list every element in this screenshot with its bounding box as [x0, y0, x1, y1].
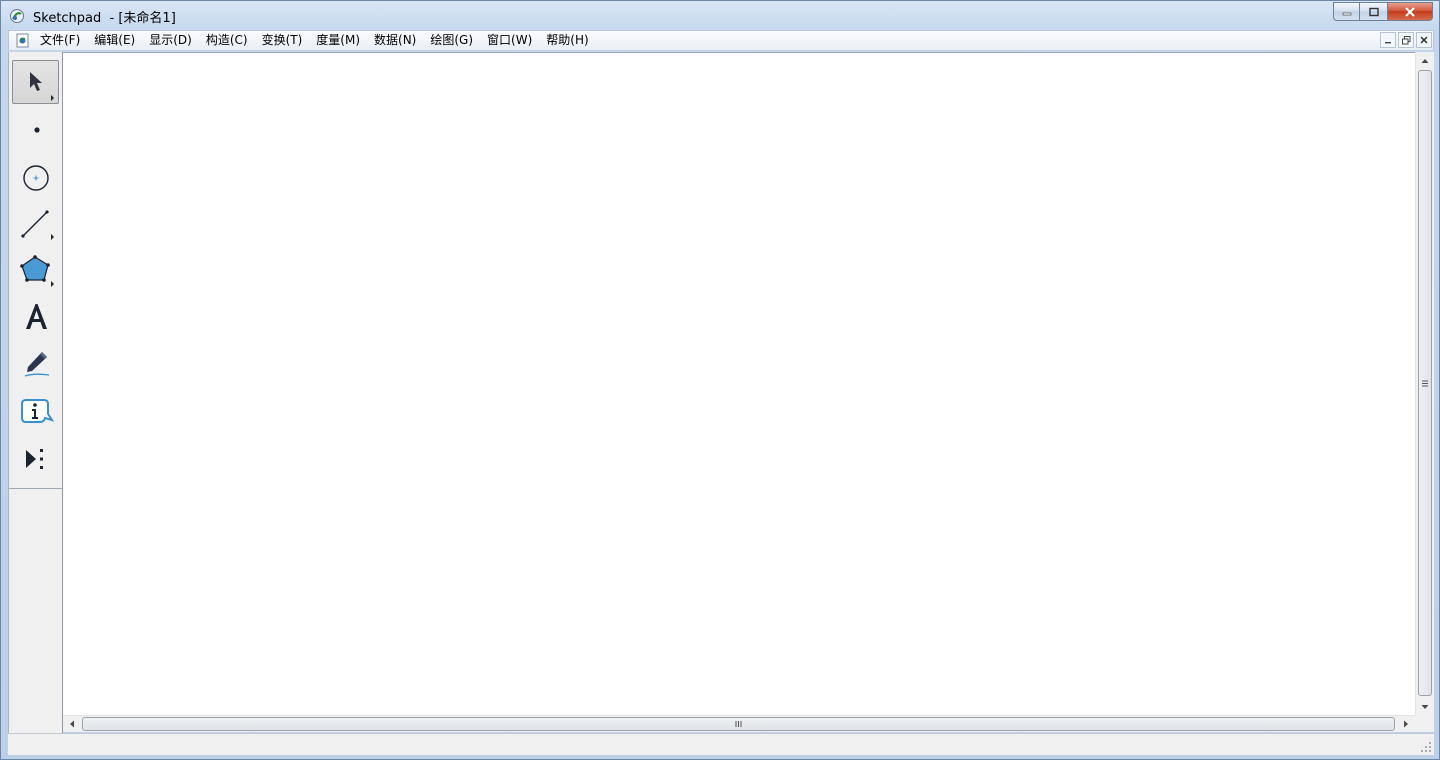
- menu-graph[interactable]: 绘图(G): [423, 31, 480, 50]
- point-tool[interactable]: [12, 105, 59, 149]
- toolbox: [8, 52, 63, 734]
- close-icon: [1405, 6, 1415, 17]
- document-window-controls: [1380, 32, 1432, 48]
- selection-arrow-tool[interactable]: [12, 60, 59, 104]
- menu-transform[interactable]: 变换(T): [255, 31, 310, 50]
- custom-tool-icon: [25, 449, 43, 469]
- window-title: Sketchpad - [未命名1]: [33, 11, 176, 26]
- doc-restore-button[interactable]: [1398, 32, 1414, 48]
- menu-display[interactable]: 显示(D): [142, 31, 199, 50]
- horizontal-scrollbar[interactable]: [63, 715, 1415, 732]
- restore-icon: [1368, 7, 1379, 16]
- scroll-left-icon: [69, 720, 74, 728]
- grip-icon: [1422, 380, 1428, 386]
- minimize-button[interactable]: [1333, 2, 1359, 21]
- menu-help[interactable]: 帮助(H): [539, 31, 595, 50]
- straightedge-line-icon: [20, 210, 54, 240]
- vertical-scrollbar[interactable]: [1415, 52, 1434, 716]
- maximize-button[interactable]: [1359, 2, 1387, 21]
- doc-minimize-button[interactable]: [1380, 32, 1396, 48]
- point-icon: [33, 127, 40, 133]
- status-bar: [8, 733, 1434, 755]
- straightedge-tool[interactable]: [12, 200, 59, 244]
- restore-icon: [1401, 35, 1410, 44]
- custom-tools[interactable]: [12, 435, 59, 479]
- caption-buttons: [1333, 2, 1433, 21]
- close-button[interactable]: [1387, 2, 1433, 21]
- document-icon[interactable]: [16, 33, 30, 48]
- menu-edit[interactable]: 编辑(E): [87, 31, 142, 50]
- resize-grip-icon[interactable]: [1420, 741, 1432, 753]
- information-icon: [20, 399, 54, 423]
- scroll-down-button[interactable]: [1416, 698, 1434, 715]
- vertical-scroll-thumb[interactable]: [1418, 70, 1432, 696]
- title-bar[interactable]: Sketchpad - [未命名1]: [1, 1, 1439, 30]
- scrollbar-corner: [1415, 715, 1434, 732]
- menu-measure[interactable]: 度量(M): [309, 31, 367, 50]
- scroll-up-button[interactable]: [1416, 52, 1434, 69]
- close-icon: [1420, 36, 1428, 44]
- menu-file[interactable]: 文件(F): [33, 31, 87, 50]
- polygon-icon: [19, 255, 54, 287]
- menu-bar: 文件(F) 编辑(E) 显示(D) 构造(C) 变换(T) 度量(M) 数据(N…: [8, 30, 1434, 51]
- sketchpad-app-icon[interactable]: [9, 8, 25, 24]
- horizontal-scroll-thumb[interactable]: [82, 717, 1395, 731]
- menu-data[interactable]: 数据(N): [367, 31, 423, 50]
- text-icon: [25, 304, 47, 329]
- sketch-canvas[interactable]: [63, 52, 1415, 716]
- information-tool[interactable]: [12, 387, 59, 431]
- compass-circle-icon: [22, 165, 49, 191]
- app-window: Sketchpad - [未命名1] 文件(F) 编辑(E) 显示(D) 构造(…: [0, 0, 1440, 760]
- text-tool[interactable]: [12, 293, 59, 337]
- scroll-up-icon: [1421, 58, 1429, 63]
- polygon-tool[interactable]: [12, 246, 59, 290]
- compass-tool[interactable]: [12, 152, 59, 196]
- grip-icon: [735, 721, 742, 727]
- doc-close-button[interactable]: [1416, 32, 1432, 48]
- scroll-down-icon: [1421, 704, 1429, 709]
- menu-items: 文件(F) 编辑(E) 显示(D) 构造(C) 变换(T) 度量(M) 数据(N…: [33, 31, 596, 50]
- minimize-icon: [1342, 12, 1351, 15]
- scroll-right-button[interactable]: [1397, 716, 1414, 732]
- scroll-left-button[interactable]: [63, 716, 80, 732]
- arrow-select-icon: [29, 72, 54, 101]
- marker-pen-icon: [24, 352, 49, 377]
- minimize-icon: [1385, 42, 1391, 44]
- menu-construct[interactable]: 构造(C): [199, 31, 255, 50]
- scroll-right-icon: [1403, 720, 1408, 728]
- menu-window[interactable]: 窗口(W): [480, 31, 539, 50]
- marker-tool[interactable]: [12, 340, 59, 384]
- toolbox-divider: [9, 488, 63, 489]
